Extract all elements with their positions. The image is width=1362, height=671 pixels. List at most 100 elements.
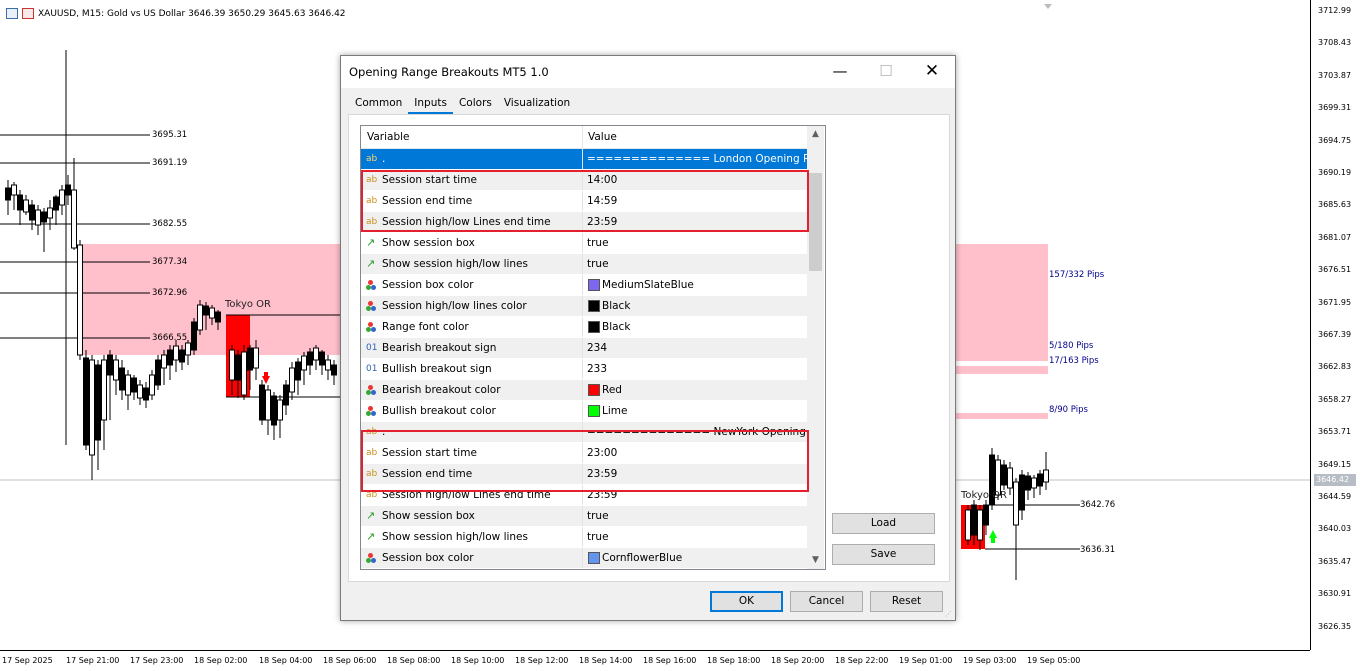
bool-type-icon: ↗: [366, 530, 376, 543]
table-header: Variable Value: [361, 126, 807, 149]
current-price-tag: 3646.42: [1314, 474, 1356, 486]
string-type-icon: ab: [366, 154, 378, 164]
candle-body: [95, 364, 101, 441]
candle-body: [137, 384, 143, 399]
value-cell[interactable]: 234: [587, 342, 607, 354]
candle-body: [1013, 481, 1019, 526]
table-row[interactable]: ↗ Show session box true: [361, 506, 807, 527]
level-label: 3695.31: [152, 130, 188, 140]
candle-body: [101, 359, 107, 421]
variable-cell: Show session high/low lines: [382, 258, 528, 270]
candle-body: [107, 354, 113, 376]
pips-label: 157/332 Pips: [1049, 270, 1105, 280]
or-label: Tokyo OR: [225, 299, 271, 310]
time-tick-label: 18 Sep 02:00: [194, 656, 248, 665]
candle-body: [331, 364, 337, 376]
dialog-titlebar[interactable]: Opening Range Breakouts MT5 1.0 — ☐ ✕: [341, 56, 955, 88]
level-label: 3691.19: [152, 158, 188, 168]
color-type-icon: [366, 385, 376, 395]
price-tick-label: 3708.43: [1318, 38, 1352, 48]
chart-window-icon[interactable]: [22, 8, 34, 19]
price-tick-label: 3676.51: [1318, 265, 1352, 275]
value-cell[interactable]: Black: [602, 300, 630, 312]
value-cell[interactable]: true: [587, 510, 609, 522]
reset-button[interactable]: Reset: [870, 591, 943, 612]
maximize-icon[interactable]: ☐: [863, 56, 909, 88]
save-button[interactable]: Save: [832, 544, 935, 565]
tab-inputs[interactable]: Inputs: [408, 96, 453, 114]
dialog-title: Opening Range Breakouts MT5 1.0: [349, 65, 549, 79]
inputs-panel: Variable Value ab. ============== London …: [348, 114, 950, 582]
price-tick-label: 3635.47: [1318, 556, 1352, 566]
price-tick-label: 3667.39: [1318, 330, 1352, 339]
save-button-label: Save: [870, 548, 897, 560]
tab-colors[interactable]: Colors: [453, 96, 498, 114]
table-row[interactable]: Bearish breakout color Red: [361, 380, 807, 401]
price-tick-label: 3703.87: [1318, 70, 1352, 80]
table-row[interactable]: 01 Bullish breakout sign 233: [361, 359, 807, 380]
time-tick-label: 18 Sep 08:00: [387, 656, 441, 665]
color-swatch: [588, 552, 600, 564]
candle-body: [59, 189, 65, 206]
table-row[interactable]: Session high/low lines colorBlack: [361, 296, 807, 317]
table-row[interactable]: Session box color MediumSlateBlue: [361, 275, 807, 296]
candle-body: [41, 211, 47, 223]
value-cell[interactable]: true: [587, 237, 609, 249]
load-button[interactable]: Load: [832, 513, 935, 534]
tab-visualization[interactable]: Visualization: [498, 96, 576, 114]
column-header-variable[interactable]: Variable: [367, 131, 410, 143]
scrollbar-thumb[interactable]: [809, 173, 822, 271]
candle-body: [179, 349, 185, 363]
candle-body: [83, 357, 89, 446]
candle-body: [197, 304, 203, 331]
candle-body: [971, 504, 977, 536]
tab-common[interactable]: Common: [349, 96, 408, 114]
value-cell[interactable]: Lime: [602, 405, 627, 417]
candle-body: [191, 321, 197, 351]
table-row[interactable]: ↗ Show session box true: [361, 233, 807, 254]
cancel-button[interactable]: Cancel: [790, 591, 863, 612]
candle-body: [29, 204, 35, 221]
resize-grip-icon[interactable]: ⋰: [945, 610, 953, 618]
time-tick-label: 19 Sep 05:00: [1027, 656, 1081, 665]
price-scale[interactable]: [1310, 0, 1362, 650]
candle-body: [161, 354, 167, 369]
table-scrollbar[interactable]: ▲ ▼: [807, 126, 824, 569]
table-row[interactable]: Session high/low lines colorBlack: [361, 569, 807, 570]
candle-body: [1025, 475, 1031, 491]
inputs-table: Variable Value ab. ============== London …: [360, 125, 826, 570]
table-row[interactable]: Session box color CornflowerBlue: [361, 548, 807, 569]
scroll-down-icon[interactable]: ▼: [807, 552, 824, 569]
minimize-icon[interactable]: —: [817, 56, 863, 88]
table-row[interactable]: ↗ Show session high/low lines true: [361, 527, 807, 548]
value-cell[interactable]: Red: [602, 384, 622, 396]
candle-body: [319, 351, 325, 366]
value-cell[interactable]: CornflowerBlue: [602, 552, 682, 564]
candle-body: [283, 384, 289, 406]
chart-window-icon[interactable]: [6, 8, 18, 19]
price-tick-label: 3694.75: [1318, 135, 1352, 145]
variable-cell: Bearish breakout sign: [382, 342, 497, 354]
value-cell[interactable]: true: [587, 531, 609, 543]
table-row[interactable]: ↗ Show session high/low lines true: [361, 254, 807, 275]
value-cell[interactable]: true: [587, 258, 609, 270]
close-icon[interactable]: ✕: [909, 56, 955, 88]
table-row[interactable]: Bullish breakout color Lime: [361, 401, 807, 422]
variable-cell: Bullish breakout sign: [382, 363, 492, 375]
integer-type-icon: 01: [366, 343, 378, 353]
value-cell[interactable]: ============== London Opening R...: [587, 153, 820, 165]
column-header-value[interactable]: Value: [588, 131, 617, 143]
table-row[interactable]: 01 Bearish breakout sign 234: [361, 338, 807, 359]
scroll-up-icon[interactable]: ▲: [807, 126, 824, 143]
candle-body: [271, 395, 277, 426]
candle-body: [143, 387, 149, 401]
ok-button[interactable]: OK: [710, 591, 783, 612]
value-cell[interactable]: MediumSlateBlue: [602, 279, 694, 291]
table-row[interactable]: Range font color Black: [361, 317, 807, 338]
price-tick-label: 3630.91: [1318, 589, 1352, 599]
candle-body: [241, 351, 247, 396]
color-swatch: [588, 405, 600, 417]
value-cell[interactable]: Black: [602, 321, 630, 333]
value-cell[interactable]: 233: [587, 363, 607, 375]
table-row[interactable]: ab. ============== London Opening R...: [361, 149, 820, 170]
